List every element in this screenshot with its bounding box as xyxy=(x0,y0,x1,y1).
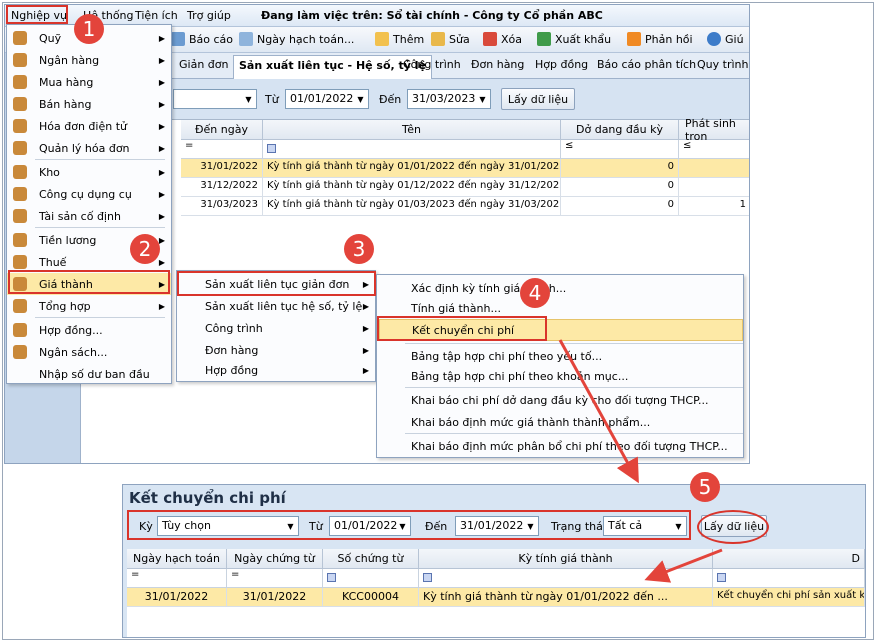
step-badge-4: 4 xyxy=(520,278,550,308)
step-badge-1: 1 xyxy=(74,14,104,44)
arrows-overlay xyxy=(558,339,723,583)
arrow-to-result-row xyxy=(644,548,723,583)
step-badge-3: 3 xyxy=(344,234,374,264)
step-badge-2: 2 xyxy=(130,234,160,264)
arrow-to-dialog xyxy=(558,339,639,484)
step-badge-5: 5 xyxy=(690,472,720,502)
